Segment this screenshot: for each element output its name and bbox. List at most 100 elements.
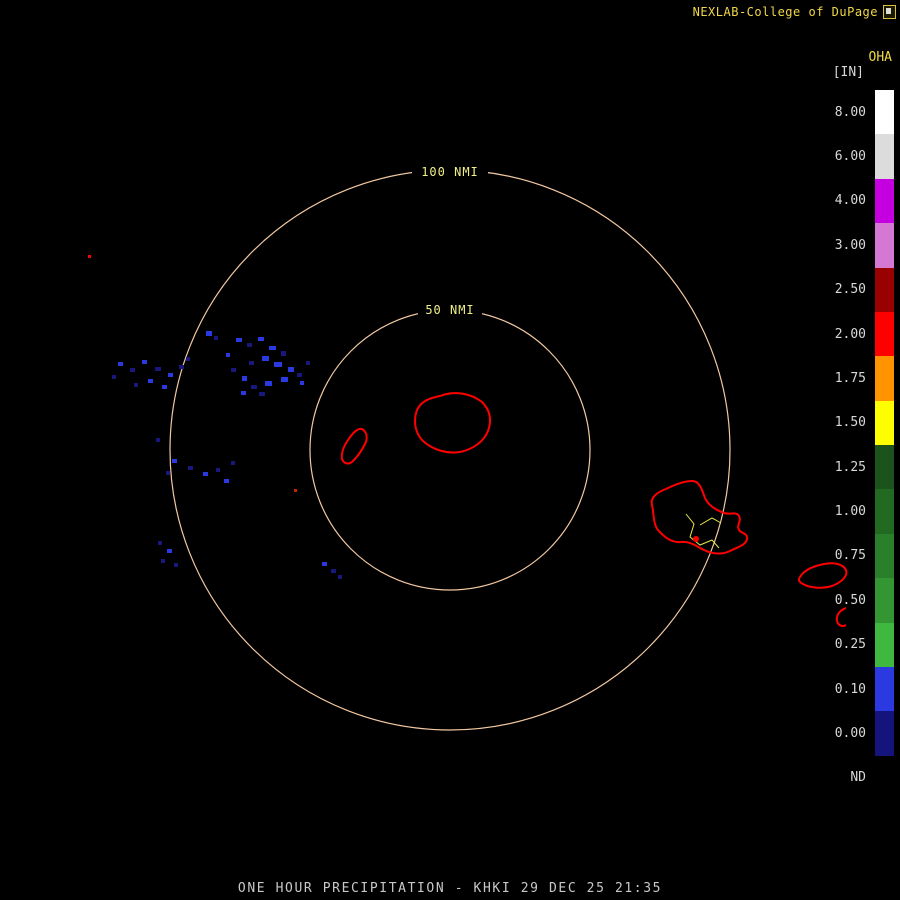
precip-pixel xyxy=(112,375,116,379)
legend-tick-label: 8.00 xyxy=(834,104,866,120)
precip-pixel xyxy=(168,373,173,377)
precip-pixel xyxy=(88,255,91,258)
precip-pixel xyxy=(203,472,208,476)
precip-pixel xyxy=(118,362,123,366)
precip-pixel xyxy=(331,569,336,573)
legend-colorbar xyxy=(875,90,894,800)
precip-pixel xyxy=(281,377,288,382)
precip-pixel xyxy=(134,383,138,387)
precip-pixel xyxy=(322,562,327,566)
legend-tick-label: 0.10 xyxy=(834,681,866,697)
precip-pixel xyxy=(306,361,310,365)
radar-map: 100 NMI 50 NMI xyxy=(88,164,848,731)
product-units: [IN] xyxy=(832,65,864,80)
precip-pixel xyxy=(241,391,246,395)
legend-tick-label: 6.00 xyxy=(834,149,866,165)
precip-pixel xyxy=(247,343,252,347)
precip-pixel xyxy=(167,549,172,553)
range-ring-label-100nmi: 100 NMI xyxy=(421,165,479,179)
legend-color-cell xyxy=(875,578,894,623)
legend-color-cell xyxy=(875,445,894,490)
precip-pixel xyxy=(242,376,247,381)
legend-color-cell xyxy=(875,755,894,800)
legend-tick-label: 1.75 xyxy=(834,370,866,386)
legend-color-cell xyxy=(875,666,894,712)
legend-color-cell xyxy=(875,711,894,756)
precip-pixel xyxy=(214,336,218,340)
precip-pixel xyxy=(258,337,264,341)
precip-pixel xyxy=(269,346,276,350)
legend-labels: 8.00 6.00 4.00 3.00 2.50 2.00 1.75 1.50 1.25 1.00… xyxy=(818,90,866,800)
precip-pixel xyxy=(186,357,190,361)
precip-pixel xyxy=(297,373,302,377)
precip-pixel xyxy=(259,392,265,396)
legend-tick-label: 0.50 xyxy=(834,592,866,608)
precip-pixel xyxy=(294,489,297,492)
precip-pixel xyxy=(179,365,184,369)
precip-pixel xyxy=(231,368,236,372)
precip-pixel xyxy=(288,367,294,372)
legend-color-cell xyxy=(875,533,894,579)
brand-title: NEXLAB-College of DuPage xyxy=(692,5,878,19)
precip-pixel xyxy=(166,471,170,475)
legend-color-cell xyxy=(875,311,894,357)
precip-pixel xyxy=(249,361,254,365)
precip-pixel xyxy=(174,563,178,567)
legend-tick-label: 0.75 xyxy=(834,548,866,564)
precip-pixel xyxy=(130,368,135,372)
legend-color-cell xyxy=(875,178,894,224)
island-kauai xyxy=(414,392,491,454)
product-caption: ONE HOUR PRECIPITATION - KHKI 29 DEC 25 … xyxy=(237,881,663,896)
oahu-road-line xyxy=(699,517,722,526)
precip-pixel xyxy=(142,360,147,364)
precip-pixel xyxy=(161,559,165,563)
legend-color-cell xyxy=(875,267,894,312)
legend-tick-label: 2.00 xyxy=(834,326,866,342)
precip-pixel xyxy=(172,459,177,463)
filled-coastline-spot xyxy=(693,536,699,542)
precip-pixel xyxy=(155,367,161,371)
radar-screen: 100 NMI 50 NMI NEXLAB-College of DuPage … xyxy=(0,0,900,900)
precip-pixel xyxy=(265,381,272,386)
legend-tick-label: 0.00 xyxy=(834,725,866,741)
precip-pixel xyxy=(231,461,235,465)
legend-tick-label: 1.25 xyxy=(834,459,866,475)
precip-pixel xyxy=(281,351,286,356)
precip-pixel xyxy=(236,338,242,342)
legend-tick-label: ND xyxy=(850,770,866,786)
island-oahu xyxy=(650,479,749,555)
legend-tick-label: 2.50 xyxy=(834,282,866,298)
legend: 8.00 6.00 4.00 3.00 2.50 2.00 1.75 1.50 1.25 1.00… xyxy=(818,90,894,800)
legend-color-cell xyxy=(875,356,894,401)
legend-color-cell xyxy=(875,400,894,445)
legend-color-cell xyxy=(875,90,894,135)
legend-color-cell xyxy=(875,622,894,667)
precip-pixel xyxy=(226,353,230,357)
legend-tick-label: 4.00 xyxy=(834,193,866,209)
precip-pixel xyxy=(156,438,160,442)
cod-logo-icon xyxy=(883,5,896,19)
precip-pixel xyxy=(338,575,342,579)
legend-color-cell xyxy=(875,134,894,179)
precip-pixel xyxy=(188,466,193,470)
precip-layer xyxy=(88,255,342,579)
precip-pixel xyxy=(300,381,304,385)
product-code: OHA xyxy=(868,50,892,65)
legend-color-cell xyxy=(875,223,894,268)
legend-tick-label: 1.00 xyxy=(834,504,866,520)
legend-color-cell xyxy=(875,489,894,534)
precip-pixel xyxy=(224,479,229,483)
precip-pixel xyxy=(206,331,212,336)
precip-pixel xyxy=(216,468,220,472)
precip-pixel xyxy=(162,385,167,389)
brand: NEXLAB-College of DuPage xyxy=(693,5,896,19)
legend-tick-label: 3.00 xyxy=(834,237,866,253)
precip-pixel xyxy=(251,385,257,389)
precip-pixel xyxy=(148,379,153,383)
legend-tick-label: 0.25 xyxy=(834,637,866,653)
range-ring-label-50nmi: 50 NMI xyxy=(425,303,474,317)
precip-pixel xyxy=(262,356,269,361)
range-ring-100nmi xyxy=(169,169,731,731)
range-ring-50nmi xyxy=(309,309,591,591)
legend-tick-label: 1.50 xyxy=(834,415,866,431)
